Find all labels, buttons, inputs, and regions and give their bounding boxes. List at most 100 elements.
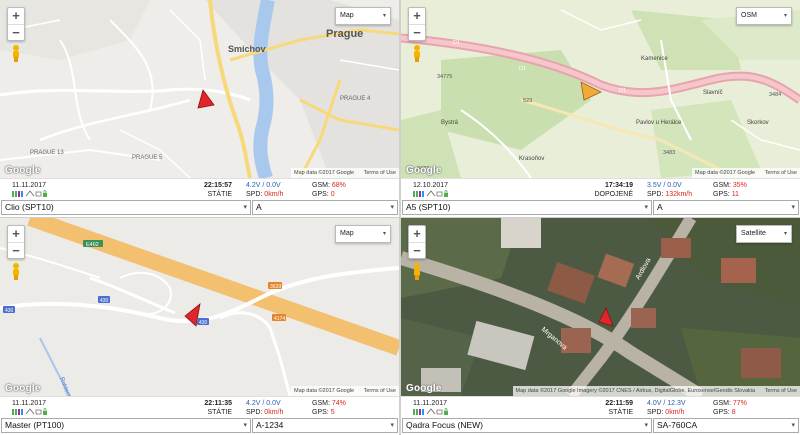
map-data-text: Map data ©2017 Google [294,170,355,176]
zoom-in-button[interactable]: + [409,8,425,24]
street-view-pegman-icon[interactable] [410,262,424,280]
battery-icon [436,409,443,415]
vehicle-select[interactable]: A5 (SPT10) ▾ [402,200,652,215]
driver-select[interactable]: A ▾ [653,200,799,215]
gps-value: 8 [731,409,736,416]
status-icons [413,190,449,197]
signal-bars-icon [12,409,23,415]
map-label: Smíchov [228,44,266,54]
driver-select[interactable]: A-1234 ▾ [252,418,398,433]
map-label: PRAGUE 13 [30,150,64,156]
chevron-down-icon: ▾ [390,422,394,429]
google-logo: Google [5,165,41,176]
status-bar: 12.10.2017 17:34:19 DOPOJENÉ 3.5V / 0.0V… [401,178,800,198]
map-type-select[interactable]: OSM ▾ [736,7,792,25]
status-date: 11.11.2017 [413,400,447,407]
map-label: Bystrá [441,120,459,126]
gsm-label: GSM: [312,182,330,189]
status-voltage: 3.5V / 0.0V [647,182,682,189]
gps-value: 0 [330,191,335,198]
vehicle-select-value: A5 (SPT10) [406,202,451,212]
speed-label: SPD: [647,409,664,416]
signal-bars-icon [12,191,23,197]
map-view[interactable]: Smíchov Prague PRAGUE 4 PRAGUE 13 PRAGUE… [0,0,399,178]
vehicle-select-value: Qadra Focus (NEW) [406,420,483,430]
status-icons [12,408,48,415]
selectors: Clio (SPT10) ▾ A ▾ [0,198,399,217]
chevron-down-icon: ▾ [390,204,394,211]
map-view[interactable]: Kamenice D1 D1 D1 34775 523 Bystrá Kraso… [401,0,800,178]
google-logo: Google [406,165,442,176]
lock-icon [43,190,47,197]
map-view[interactable]: Ardlova Mrganova + − Satellite ▾ Google … [401,218,800,396]
terms-link[interactable]: Terms of Use [364,170,396,176]
chevron-down-icon: ▾ [783,13,787,19]
map-type-label: Map [340,230,354,237]
gsm-value: 77% [732,400,747,407]
signal-bars-icon [413,409,424,415]
status-date: 12.10.2017 [413,182,449,189]
vehicle-panel-4: Ardlova Mrganova + − Satellite ▾ Google … [401,218,800,435]
chevron-down-icon: ▾ [382,13,386,19]
driver-select[interactable]: SA-760CA ▾ [653,418,799,433]
map-label: Slavníč [703,90,723,96]
map-data-text: Map data ©2017 Google [294,388,355,394]
map-type-select[interactable]: Map ▾ [335,7,391,25]
zoom-in-button[interactable]: + [8,8,24,24]
status-gsm: GSM: 77% [713,399,747,408]
street-view-pegman-icon[interactable] [410,44,424,62]
zoom-out-button[interactable]: − [409,242,425,258]
zoom-out-button[interactable]: − [8,242,24,258]
terms-link[interactable]: Terms of Use [765,170,797,176]
gps-label: GPS: [312,191,329,198]
chevron-down-icon: ▾ [644,422,648,429]
zoom-in-button[interactable]: + [409,226,425,242]
lock-icon [444,190,448,197]
map-label: 430 [199,320,208,326]
lock-icon [444,408,448,415]
vehicle-select[interactable]: Qadra Focus (NEW) ▾ [402,418,652,433]
street-view-pegman-icon[interactable] [9,44,23,62]
status-voltage: 4.0V / 12.3V [647,400,686,407]
map-view[interactable]: E462 430 430 430 3639 4174 Rohlenka + − [0,218,399,396]
chevron-down-icon: ▾ [791,204,795,211]
map-label: 430 [100,298,109,304]
status-date: 11.11.2017 [12,182,46,189]
antenna-icon [426,190,436,197]
map-attribution: Map data ©2017 Google Terms of Use [291,386,399,396]
map-label: 34775 [437,74,452,80]
zoom-out-button[interactable]: − [8,24,24,40]
status-icons [12,190,48,197]
vehicle-select[interactable]: Master (PT100) ▾ [1,418,251,433]
driver-select-value: SA-760CA [657,420,698,430]
driver-select-value: A [657,202,663,212]
battery-icon [35,409,42,415]
terms-link[interactable]: Terms of Use [364,388,396,394]
zoom-out-button[interactable]: − [409,24,425,40]
map-label: 3484 [769,92,781,98]
gsm-value: 74% [331,400,346,407]
map-label: Skorkov [747,120,769,126]
gps-label: GPS: [713,191,730,198]
gsm-value: 35% [732,182,747,189]
gps-label: GPS: [713,409,730,416]
map-label: PRAGUE 5 [132,155,163,161]
status-gsm: GSM: 68% [312,181,346,190]
map-type-select[interactable]: Satellite ▾ [736,225,792,243]
zoom-in-button[interactable]: + [8,226,24,242]
map-label: 3483 [663,150,675,156]
driver-select[interactable]: A ▾ [252,200,398,215]
gps-value: 11 [731,191,739,198]
map-type-label: Satellite [741,230,766,237]
map-label: 430 [5,308,14,314]
terms-link[interactable]: Terms of Use [765,388,797,394]
status-voltage: 4.2V / 0.0V [246,182,281,189]
status-time: 17:34:19 [604,182,633,189]
street-view-pegman-icon[interactable] [9,262,23,280]
map-type-select[interactable]: Map ▾ [335,225,391,243]
vehicle-grid: Smíchov Prague PRAGUE 4 PRAGUE 13 PRAGUE… [0,0,800,435]
zoom-control: + − [408,225,426,259]
speed-value: 0km/h [665,409,685,416]
vehicle-select[interactable]: Clio (SPT10) ▾ [1,200,251,215]
map-data-text: Map data ©2017 Google Imagery ©2017 CNES… [515,388,756,394]
